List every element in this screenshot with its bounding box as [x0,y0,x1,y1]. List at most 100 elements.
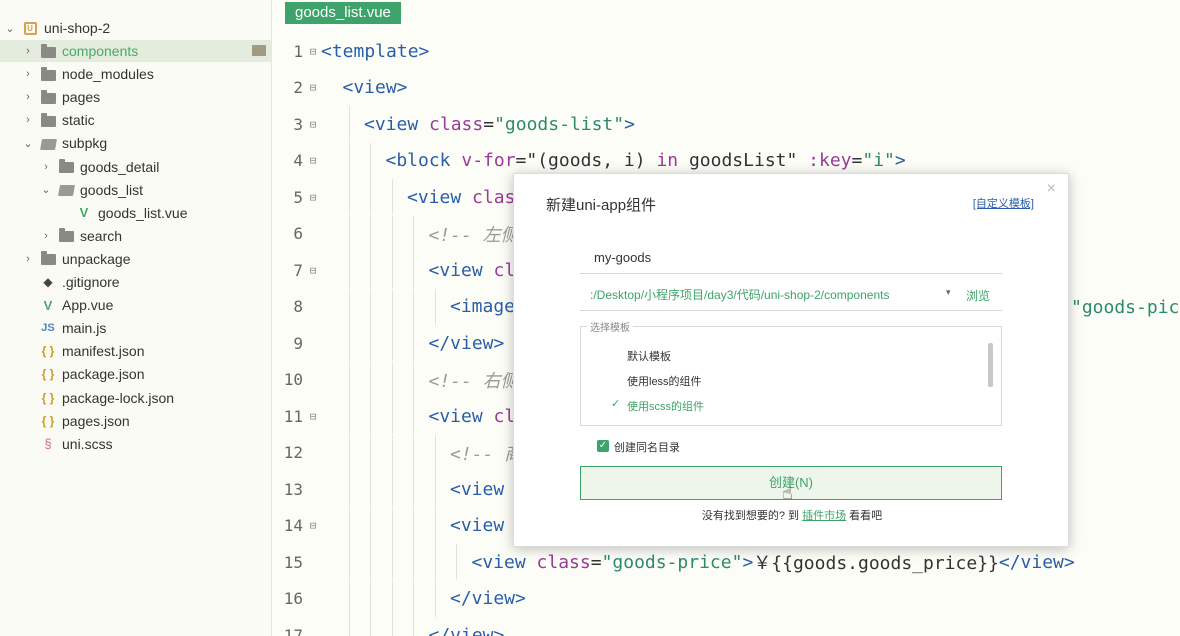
tree-item[interactable]: { } manifest.json [0,340,271,362]
tree-item[interactable]: › unpackage [0,248,271,270]
folder-icon[interactable] [252,45,266,56]
path-input[interactable]: :/Desktop/小程序项目/day3/代码/uni-shop-2/compo… [580,280,930,310]
tree-item[interactable]: V App.vue [0,294,271,316]
chevron-right-icon[interactable]: › [22,91,34,103]
tree-item[interactable]: › node_modules [0,63,271,85]
code-token: <view [364,113,430,135]
tree-item-label: .gitignore [62,274,120,290]
tree-item[interactable]: { } pages.json [0,410,271,432]
indent-guide [348,617,350,636]
code-token: goodsList" [678,150,809,171]
chevron-right-icon[interactable]: › [40,161,52,173]
code-token: clas [472,186,516,208]
code-token: </view> [998,551,1075,573]
indent-guide [413,507,414,544]
tree-item[interactable]: ◆ .gitignore [0,271,271,293]
tree-item[interactable]: › goods_detail [0,156,271,178]
indent-guide [370,179,371,215]
code-line[interactable]: 2 ⊟ <view> [273,70,1180,106]
code-token: "i" [862,150,895,171]
chevron-down-icon[interactable]: ⌄ [4,22,16,35]
code-line[interactable]: 17 </view> [273,617,1180,636]
tree-item-label: goods_list [80,181,144,198]
footer-suffix: 看看吧 [849,510,883,522]
indent-guide [391,434,393,471]
project-root[interactable]: ⌄ U uni-shop-2 [0,17,271,39]
tree-item[interactable]: › pages [0,86,271,108]
indent-guide [391,361,393,398]
chevron-down-icon[interactable]: ▾ [946,287,951,298]
tree-item[interactable]: § uni.scss [0,433,271,455]
code-text: </view> [429,617,505,636]
browse-button[interactable]: 浏览 [966,287,990,304]
chevron-down-icon[interactable]: ⌄ [22,137,34,150]
fold-icon[interactable]: ⊟ [307,264,319,277]
indent-guide [370,361,371,398]
indent-guide [391,325,393,361]
tree-item-label: uni.scss [62,435,113,452]
json-icon: { } [41,344,55,359]
chevron-right-icon[interactable]: › [22,68,34,80]
line-number: 5 [293,187,303,207]
folder-icon [58,228,74,243]
indent-guide [413,434,414,471]
code-line[interactable]: 16 </view> [273,580,1180,617]
tab-goods-list-vue[interactable]: goods_list.vue [285,2,401,24]
code-line[interactable]: 1 ⊟ <template> [273,33,1180,69]
indent-guide [348,361,350,398]
code-line[interactable]: 15 <view class = "goods-price" > ￥{{goods.goo… [273,544,1180,580]
fold-icon[interactable]: ⊟ [307,519,319,532]
indent-guide [348,544,350,580]
json-icon: { } [41,367,55,382]
code-token: </view> [428,624,505,636]
tree-item[interactable]: ⌄ goods_list [0,179,271,201]
template-less[interactable]: 使用less的组件 [627,373,702,389]
tree-item[interactable]: › components [0,40,271,62]
plugin-market-link[interactable]: 插件市场 [802,510,846,522]
indent-guide [391,179,393,215]
chevron-right-icon[interactable]: › [22,114,34,126]
fold-icon[interactable]: ⊟ [307,45,319,58]
custom-template-link[interactable]: [自定义模板] [973,195,1034,211]
chevron-right-icon[interactable]: › [22,45,34,57]
chevron-right-icon[interactable]: › [22,253,34,265]
tree-item-label: package-lock.json [62,389,175,406]
tree-item[interactable]: { } package-lock.json [0,387,271,409]
component-name-input[interactable]: my-goods [580,242,1002,274]
tree-item[interactable]: Vgoods_list.vue [0,202,271,224]
close-icon[interactable]: × [1047,180,1056,198]
fold-icon[interactable]: ⊟ [307,410,319,423]
fold-icon[interactable]: ⊟ [307,81,319,94]
template-default[interactable]: 默认模板 [627,348,671,364]
tree-item-label: node_modules [62,66,154,83]
tree-item[interactable]: › static [0,109,271,131]
tree-item-label: main.js [62,320,107,337]
fold-icon[interactable]: ⊟ [307,191,319,204]
create-dir-checkbox[interactable]: ✓ [597,440,609,452]
chevron-right-icon[interactable]: › [40,230,52,242]
indent-guide [434,580,436,617]
code-text: </view> [429,325,505,361]
template-scss[interactable]: 使用scss的组件 [627,398,704,414]
code-token: </view> [428,332,505,354]
indent-guide [391,617,393,636]
indent-guide [391,252,393,288]
fold-icon[interactable]: ⊟ [307,118,319,131]
right-snippet: "goods-pic" [1071,296,1180,318]
indent-guide [413,580,414,617]
template-list[interactable]: 选择模板 默认模板 使用less的组件 ✓ 使用scss的组件 [580,319,1002,426]
tree-item[interactable]: JS main.js [0,317,271,339]
code-line[interactable]: 3 ⊟ <view class = "goods-list" > [273,106,1180,142]
tree-item[interactable]: { } package.json [0,363,271,385]
dialog-footer: 没有找到想要的? 到 插件市场 看看吧 [514,507,1070,523]
indent-guide [370,215,371,252]
tree-item[interactable]: › search [0,225,271,247]
fold-icon[interactable]: ⊟ [307,154,319,167]
indent-guide [348,106,350,142]
tree-item[interactable]: ⌄ subpkg [0,132,271,154]
chevron-down-icon[interactable]: ⌄ [40,183,52,196]
indent-guide [413,325,414,361]
git-icon: ◆ [43,275,53,289]
template-scrollbar[interactable] [988,343,993,387]
code-token: > [742,551,754,573]
